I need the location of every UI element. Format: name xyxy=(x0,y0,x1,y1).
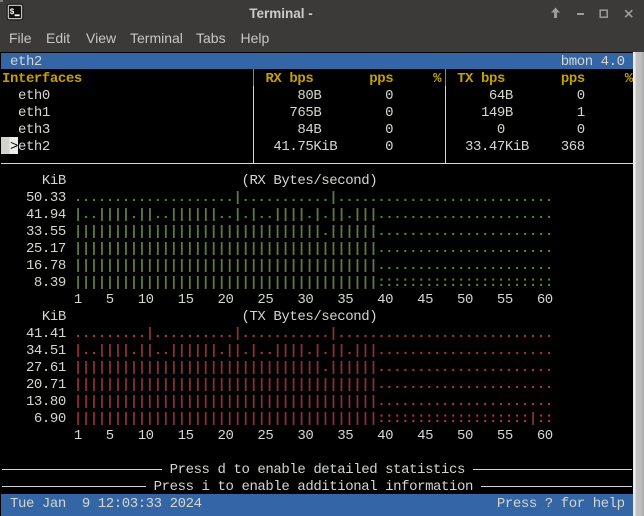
svg-text:$: $ xyxy=(10,8,15,17)
